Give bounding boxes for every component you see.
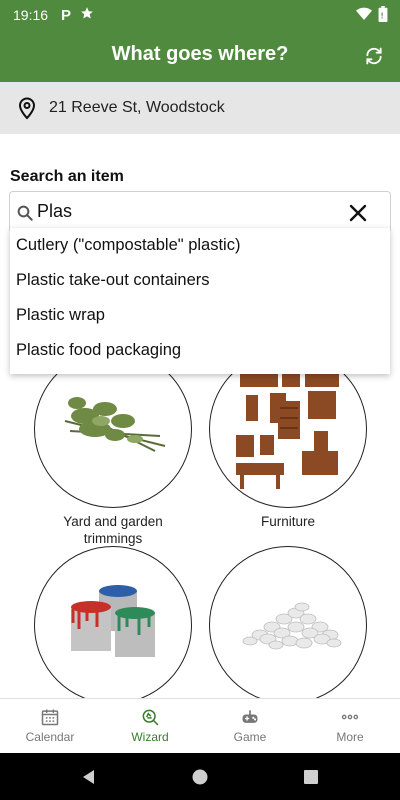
category-tile-packing-foam[interactable] [209,546,367,698]
nav-label-more: More [336,730,364,744]
search-icon [17,205,33,221]
status-bar: 19:16 P ! [0,0,400,30]
battery-icon: ! [378,6,388,22]
category-tile-paint[interactable] [34,546,192,698]
category-label: Yard and garden trimmings [63,514,163,546]
suggestion-item[interactable]: Plastic food packaging [10,333,390,368]
nav-label-wizard: Wizard [131,730,169,744]
status-right-icons: ! [356,6,388,22]
nav-game[interactable]: Game [200,699,300,753]
address-bar[interactable]: 21 Reeve St, Woodstock [0,82,400,134]
furniture-image [209,370,367,508]
nav-wizard[interactable]: Wizard [100,699,200,753]
nav-more[interactable]: More [300,699,400,753]
suggestion-item[interactable]: Plastic take-out containers [10,263,390,298]
search-input[interactable]: Plas [9,191,391,233]
parking-app-icon: P [61,7,71,22]
refresh-button[interactable] [360,42,388,70]
svg-text:!: ! [381,11,384,20]
recents-icon[interactable] [302,768,320,786]
back-icon[interactable] [80,768,98,786]
app-header: What goes where? [0,30,400,82]
location-pin-icon [18,97,36,120]
clear-search-icon[interactable] [348,203,368,223]
suggestions-dropdown: Cutlery ("compostable" plastic) Plastic … [10,228,390,374]
packing-foam-image [209,546,367,698]
wifi-icon [356,7,372,21]
page-title: What goes where? [111,43,289,65]
search-input-value: Plas [37,201,73,221]
category-grid: Yard and garden trimmings Furniture [0,370,400,698]
search-label: Search an item [10,168,124,185]
calendar-icon [41,709,59,726]
bottom-nav: Calendar Wizard Game More [0,698,400,753]
suggestion-item[interactable]: Plastic wrap [10,298,390,333]
refresh-icon [366,47,382,65]
system-nav-bar [0,753,400,800]
suggestion-item[interactable]: Cutlery ("compostable" plastic) [10,228,390,263]
nav-label-game: Game [233,730,267,744]
home-icon[interactable] [191,768,209,786]
category-tile-yard-trimmings[interactable]: Yard and garden trimmings [34,370,192,548]
paint-cans-image [34,546,192,698]
category-tile-furniture[interactable]: Furniture [209,370,367,531]
address-text: 21 Reeve St, Woodstock [49,99,225,116]
gamepad-icon [242,710,258,723]
status-time: 19:16 [13,7,49,23]
nav-label-calendar: Calendar [25,730,75,744]
more-dots-icon [341,714,359,720]
nav-calendar[interactable]: Calendar [0,699,100,753]
svg-text:P: P [61,7,71,22]
recycle-wizard-icon [142,709,159,726]
star-icon [81,7,93,19]
category-label: Furniture [260,514,316,529]
yard-trimmings-image [34,370,192,508]
